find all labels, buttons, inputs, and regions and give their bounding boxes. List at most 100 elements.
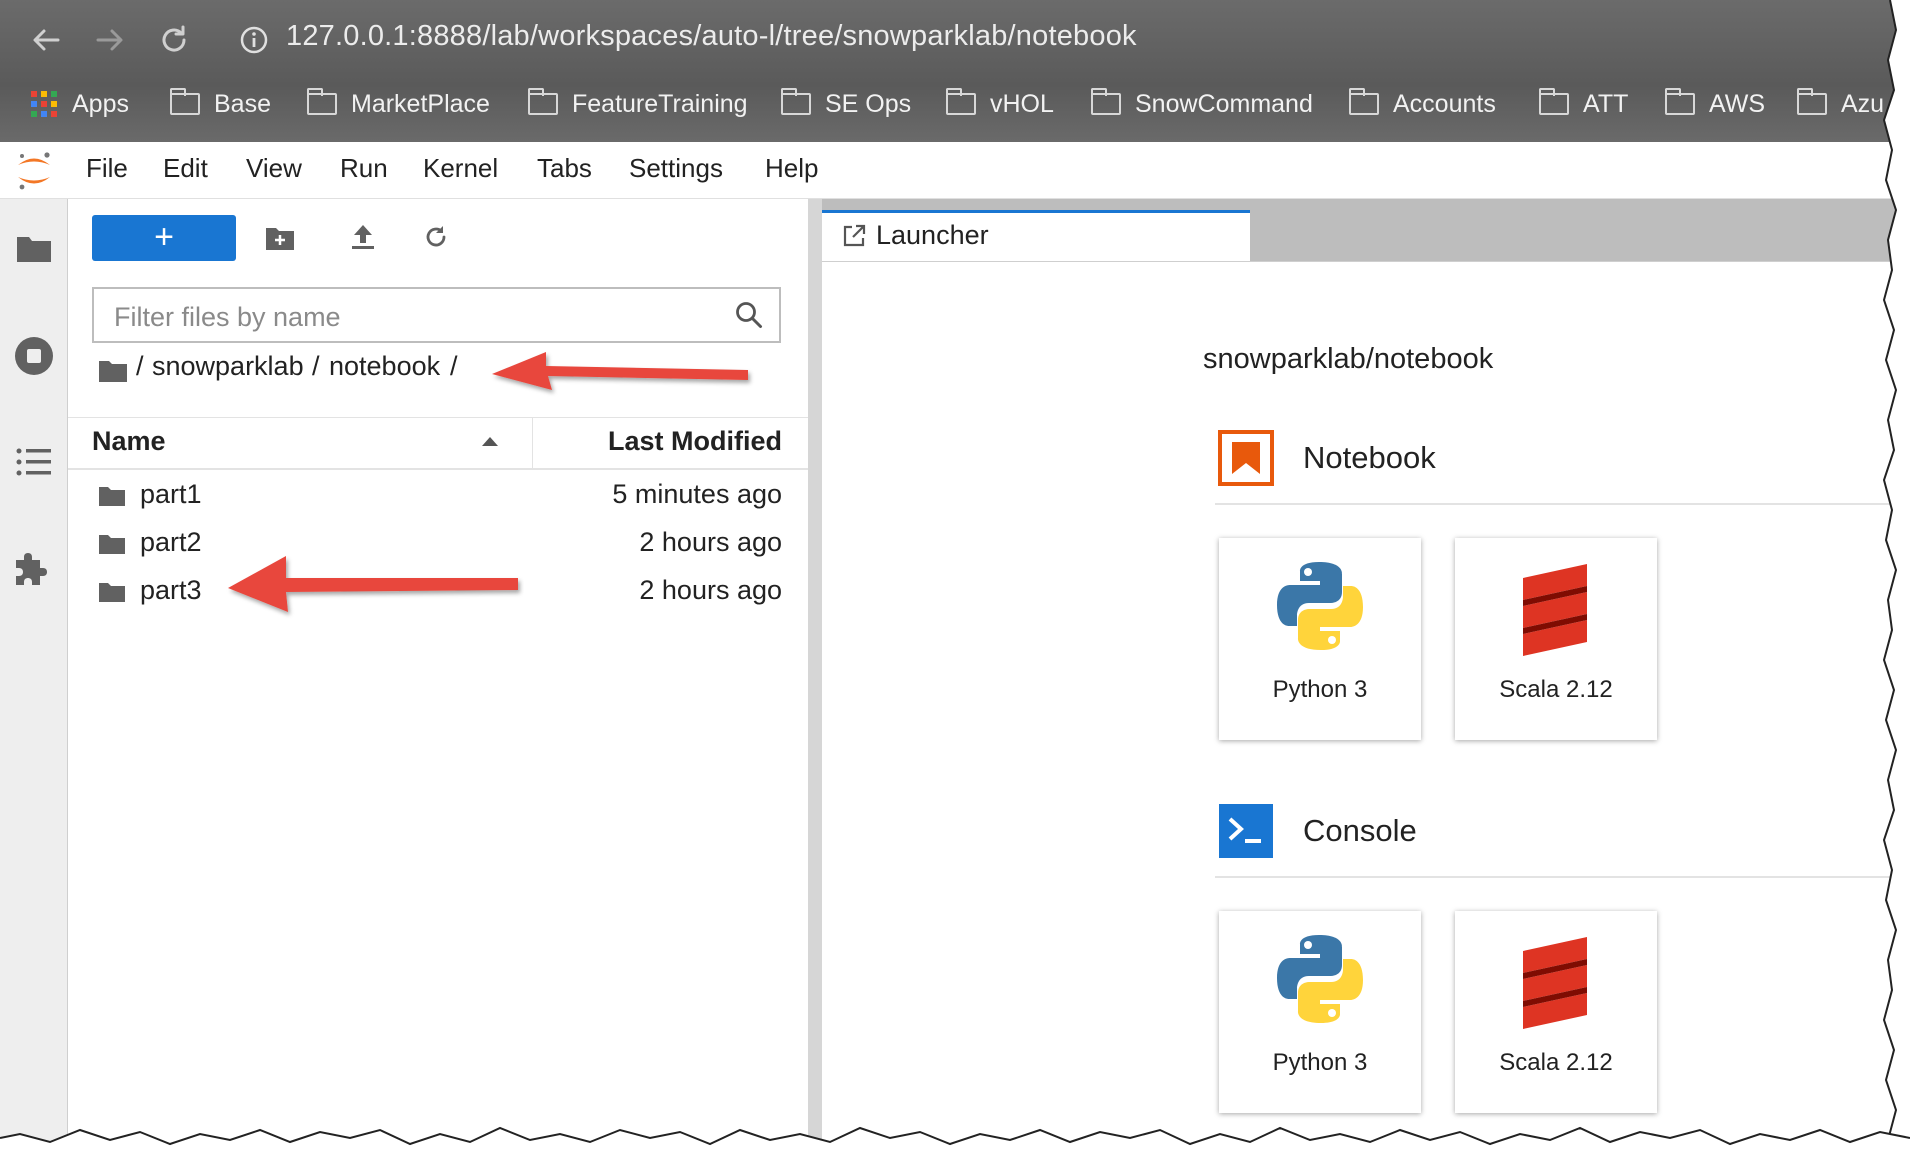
folder-icon xyxy=(98,581,126,603)
column-divider[interactable] xyxy=(532,418,533,468)
jupyter-logo-icon xyxy=(14,150,54,192)
bookmark-label: SnowCommand xyxy=(1135,89,1313,118)
file-name: part2 xyxy=(140,527,202,557)
bookmark-featuretraining[interactable]: FeatureTraining xyxy=(528,86,748,122)
folder-icon xyxy=(1539,88,1569,115)
bookmark-snowcommand[interactable]: SnowCommand xyxy=(1091,86,1313,122)
main-tab-bar: Launcher xyxy=(822,199,1910,261)
running-sessions-icon[interactable] xyxy=(14,336,54,376)
scala-logo-icon xyxy=(1521,558,1589,658)
breadcrumb-notebook[interactable]: notebook xyxy=(329,351,440,382)
menu-file[interactable]: File xyxy=(86,153,128,184)
section-title-notebook: Notebook xyxy=(1303,440,1436,475)
bookmark-label: Base xyxy=(214,89,271,118)
browser-chrome: 127.0.0.1:8888/lab/workspaces/auto-l/tre… xyxy=(0,0,1910,142)
menu-edit[interactable]: Edit xyxy=(163,153,208,184)
bookmark-vhol[interactable]: vHOL xyxy=(946,86,1054,122)
file-modified: 2 hours ago xyxy=(639,575,782,605)
notebook-section-icon xyxy=(1218,430,1274,486)
menu-bar: File Edit View Run Kernel Tabs Settings … xyxy=(0,142,1910,199)
file-name: part1 xyxy=(140,479,202,509)
section-title-console: Console xyxy=(1303,813,1417,848)
scala-logo-icon xyxy=(1521,931,1589,1031)
file-list-header: Name Last Modified xyxy=(68,417,808,470)
card-console-scala[interactable]: Scala 2.12 xyxy=(1455,911,1657,1113)
folder-icon xyxy=(307,88,337,115)
menu-kernel[interactable]: Kernel xyxy=(423,153,498,184)
folder-icon xyxy=(170,88,200,115)
bookmark-label: FeatureTraining xyxy=(572,89,748,118)
extensions-puzzle-icon[interactable] xyxy=(14,549,54,589)
menu-help[interactable]: Help xyxy=(765,153,818,184)
upload-icon[interactable] xyxy=(350,222,376,252)
torn-edge-bottom xyxy=(0,1126,1910,1162)
bookmark-label: Apps xyxy=(72,89,129,118)
breadcrumb-snowparklab[interactable]: snowparklab xyxy=(152,351,304,382)
bookmark-base[interactable]: Base xyxy=(170,86,271,122)
console-section-icon xyxy=(1218,803,1274,859)
folder-icon xyxy=(98,485,126,507)
bookmark-label: MarketPlace xyxy=(351,89,490,118)
python-logo-icon xyxy=(1275,560,1365,652)
folder-icon xyxy=(1091,88,1121,115)
folder-icon xyxy=(1797,88,1827,115)
breadcrumb-home-folder-icon[interactable] xyxy=(98,359,128,383)
filter-files-input[interactable] xyxy=(112,299,716,335)
tab-launcher[interactable]: Launcher xyxy=(822,210,1250,261)
folder-icon xyxy=(1665,88,1695,115)
panel-splitter[interactable] xyxy=(808,199,822,1162)
bookmark-label: Accounts xyxy=(1393,89,1496,118)
tab-label: Launcher xyxy=(876,220,989,250)
new-launcher-button[interactable]: + xyxy=(92,215,236,261)
bookmark-label: SE Ops xyxy=(825,89,912,118)
new-folder-icon[interactable] xyxy=(265,225,295,251)
annotation-arrow-breadcrumb xyxy=(486,344,756,414)
bookmark-marketplace[interactable]: MarketPlace xyxy=(307,86,490,122)
menu-run[interactable]: Run xyxy=(340,153,388,184)
column-last-modified[interactable]: Last Modified xyxy=(608,426,782,457)
folder-icon xyxy=(946,88,976,115)
card-label: Python 3 xyxy=(1272,676,1368,703)
menu-settings[interactable]: Settings xyxy=(629,153,723,184)
table-of-contents-icon[interactable] xyxy=(16,447,52,477)
card-console-python3[interactable]: Python 3 xyxy=(1219,911,1421,1113)
search-icon xyxy=(734,300,764,330)
card-notebook-python3[interactable]: Python 3 xyxy=(1219,538,1421,740)
folder-icon xyxy=(98,533,126,555)
refresh-icon[interactable] xyxy=(422,223,450,251)
annotation-arrow-part3 xyxy=(224,550,524,626)
folder-icon xyxy=(781,88,811,115)
bookmark-apps[interactable]: Apps xyxy=(30,86,129,122)
card-label: Scala 2.12 xyxy=(1499,1049,1613,1076)
section-divider xyxy=(1215,876,1910,878)
bookmark-label: vHOL xyxy=(990,89,1054,118)
sort-ascending-icon[interactable] xyxy=(481,435,499,447)
column-name[interactable]: Name xyxy=(92,426,166,457)
section-divider xyxy=(1215,503,1910,505)
bookmark-att[interactable]: ATT xyxy=(1539,86,1628,122)
bookmark-aws[interactable]: AWS xyxy=(1665,86,1765,122)
torn-edge-right xyxy=(1882,0,1910,1162)
address-bar[interactable]: 127.0.0.1:8888/lab/workspaces/auto-l/tre… xyxy=(286,20,1137,53)
python-logo-icon xyxy=(1275,933,1365,1025)
bookmark-label: ATT xyxy=(1583,89,1629,118)
card-notebook-scala[interactable]: Scala 2.12 xyxy=(1455,538,1657,740)
file-row-part1[interactable]: part1 5 minutes ago xyxy=(68,471,808,519)
menu-tabs[interactable]: Tabs xyxy=(537,153,592,184)
card-label: Scala 2.12 xyxy=(1499,676,1613,703)
back-arrow-icon[interactable] xyxy=(28,22,64,58)
site-info-icon[interactable] xyxy=(238,24,270,56)
breadcrumb-separator: / xyxy=(312,351,320,381)
apps-grid-icon xyxy=(30,90,58,118)
left-sidebar xyxy=(0,199,68,1162)
breadcrumb-separator: / xyxy=(136,351,144,381)
file-browser-tab-icon[interactable] xyxy=(16,233,52,263)
reload-icon[interactable] xyxy=(156,22,192,58)
forward-arrow-icon[interactable] xyxy=(92,22,128,58)
folder-icon xyxy=(1349,88,1379,115)
file-name: part3 xyxy=(140,575,202,605)
bookmark-accounts[interactable]: Accounts xyxy=(1349,86,1496,122)
bookmark-se-ops[interactable]: SE Ops xyxy=(781,86,911,122)
card-label: Python 3 xyxy=(1272,1049,1368,1076)
menu-view[interactable]: View xyxy=(246,153,302,184)
